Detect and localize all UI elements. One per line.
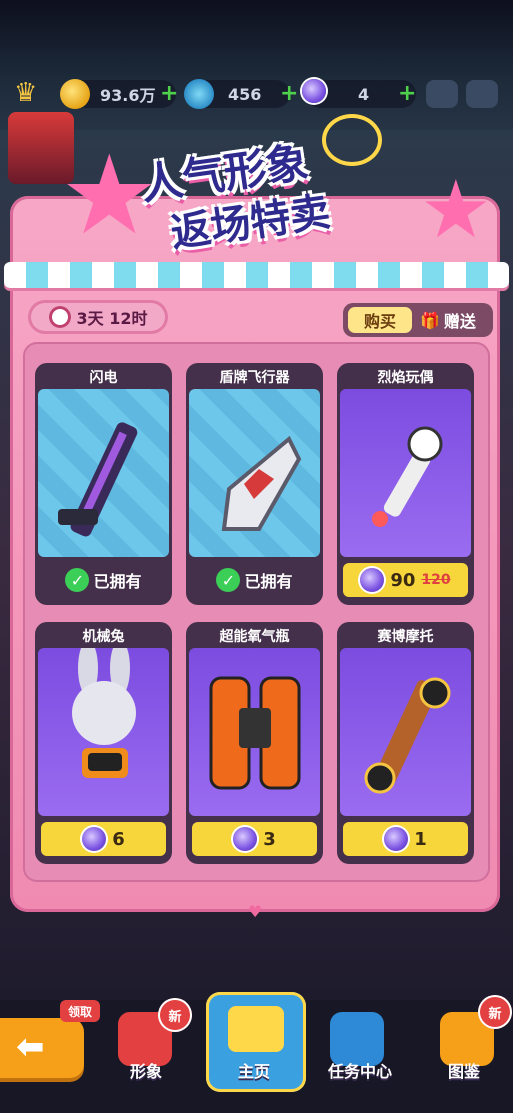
timer-value: 3天 12时 bbox=[76, 309, 148, 328]
owned-status: ✓ 已拥有 bbox=[192, 563, 317, 597]
clock-icon bbox=[48, 306, 71, 328]
home-tab-icon bbox=[228, 1006, 284, 1052]
price-value: 3 bbox=[263, 828, 276, 850]
owned-label: 已拥有 bbox=[93, 572, 142, 591]
check-icon: ✓ bbox=[65, 568, 90, 592]
check-icon: ✓ bbox=[216, 568, 241, 592]
hoverboard-purple-icon bbox=[38, 389, 169, 557]
price-button[interactable]: 90 120 bbox=[343, 563, 468, 597]
item-card[interactable]: 赛博摩托 1 bbox=[337, 622, 474, 864]
tab-gift[interactable]: 🎁 赠送 bbox=[420, 308, 476, 332]
oxygen-tank-icon bbox=[189, 648, 320, 816]
mascot-icon bbox=[322, 114, 382, 166]
original-price: 120 bbox=[421, 572, 451, 588]
item-name: 赛博摩托 bbox=[377, 629, 434, 645]
price-button[interactable]: 1 bbox=[343, 822, 468, 856]
star-decoration-icon: ★ bbox=[420, 163, 492, 256]
item-card[interactable]: 烈焰玩偶 90 120 bbox=[337, 363, 474, 605]
price-button[interactable]: 3 bbox=[192, 822, 317, 856]
item-card[interactable]: 超能氧气瓶 3 bbox=[186, 622, 323, 864]
coin-icon bbox=[60, 79, 90, 109]
item-card[interactable]: 机械兔 6 bbox=[35, 622, 172, 864]
tab-gift-label: 赠送 bbox=[443, 312, 476, 331]
top-background bbox=[0, 0, 513, 130]
tab-collection[interactable]: 图鉴 bbox=[448, 1058, 480, 1082]
heart-icon: ♥ bbox=[248, 902, 263, 921]
tab-home-label: 主页 bbox=[238, 1062, 271, 1081]
buy-gift-toggle: 购买 🎁 赠送 bbox=[343, 303, 493, 337]
tab-avatar[interactable]: 形象 bbox=[130, 1058, 162, 1082]
item-name: 机械兔 bbox=[82, 629, 125, 645]
new-badge: 新 bbox=[158, 998, 192, 1032]
gem-icon bbox=[360, 568, 385, 592]
item-name: 超能氧气瓶 bbox=[219, 629, 290, 645]
friends-icon[interactable] bbox=[426, 80, 458, 108]
add-gems-button[interactable]: + bbox=[398, 83, 416, 105]
keys-value: 456 bbox=[228, 84, 262, 104]
shield-flyer-icon bbox=[189, 389, 320, 557]
item-card[interactable]: 闪电 ✓ 已拥有 bbox=[35, 363, 172, 605]
gem-icon bbox=[302, 79, 326, 103]
mech-rabbit-icon bbox=[38, 640, 169, 816]
price-button[interactable]: 6 bbox=[41, 822, 166, 856]
new-badge: 新 bbox=[478, 995, 512, 1029]
tab-home[interactable]: 主页 bbox=[206, 992, 306, 1092]
sale-timer: 3天 12时 bbox=[28, 300, 168, 334]
gem-icon bbox=[82, 827, 107, 851]
item-name: 盾牌飞行器 bbox=[219, 370, 290, 386]
gem-icon bbox=[233, 827, 258, 851]
menu-icon[interactable] bbox=[466, 80, 498, 108]
add-keys-button[interactable]: + bbox=[280, 83, 298, 105]
back-arrow-icon: ⬅ bbox=[16, 1027, 45, 1067]
price-value: 90 bbox=[390, 569, 416, 591]
item-card[interactable]: 盾牌飞行器 ✓ 已拥有 bbox=[186, 363, 323, 605]
add-coins-button[interactable]: + bbox=[160, 83, 178, 105]
back-button[interactable]: ⬅ bbox=[0, 1018, 84, 1078]
shop-awning bbox=[4, 262, 509, 288]
gems-value: 4 bbox=[358, 84, 370, 104]
price-value: 1 bbox=[414, 828, 427, 850]
coins-value: 93.6万 bbox=[100, 86, 156, 105]
gem-icon bbox=[384, 827, 409, 851]
item-name: 闪电 bbox=[89, 370, 118, 386]
gift-icon: 🎁 bbox=[420, 310, 440, 330]
cyber-moto-icon bbox=[340, 648, 471, 816]
item-name: 烈焰玩偶 bbox=[377, 370, 434, 386]
crown-icon: ♛ bbox=[14, 78, 38, 108]
price-value: 6 bbox=[112, 828, 125, 850]
key-icon bbox=[184, 79, 214, 109]
flame-doll-icon bbox=[340, 389, 471, 557]
tab-buy[interactable]: 购买 bbox=[348, 307, 412, 333]
owned-label: 已拥有 bbox=[244, 572, 293, 591]
claim-tag: 领取 bbox=[60, 1000, 100, 1022]
owned-status: ✓ 已拥有 bbox=[41, 563, 166, 597]
tab-task-center[interactable]: 任务中心 bbox=[328, 1058, 392, 1082]
